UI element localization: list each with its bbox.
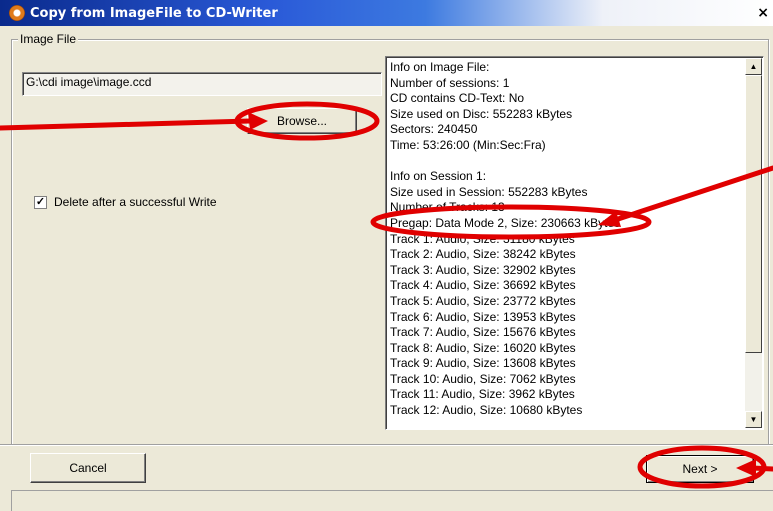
info-line: Track 4: Audio, Size: 36692 kBytes	[390, 278, 576, 293]
next-button[interactable]: Next >	[646, 455, 754, 483]
info-line: Info on Session 1:	[390, 169, 487, 184]
info-line: Track 2: Audio, Size: 38242 kBytes	[390, 247, 576, 262]
delete-after-write-label: Delete after a successful Write	[54, 195, 217, 209]
image-info-box[interactable]: Info on Image File: Number of sessions: 1…	[385, 56, 764, 430]
info-line: Number of Tracks: 13	[390, 200, 505, 215]
app-icon	[9, 5, 25, 21]
image-path-field[interactable]: G:\cdi image\image.ccd	[22, 72, 382, 96]
status-bar	[11, 490, 773, 511]
info-line: Track 6: Audio, Size: 13953 kBytes	[390, 309, 576, 324]
info-line: Info on Image File:	[390, 60, 490, 74]
delete-after-write-checkbox[interactable]: ✓	[34, 196, 47, 209]
image-info-text: Info on Image File: Number of sessions: 1…	[390, 60, 620, 419]
info-line: Size used in Session: 552283 kBytes	[390, 184, 588, 199]
info-line: Track 8: Audio, Size: 16020 kBytes	[390, 340, 576, 355]
info-line: Time: 53:26:00 (Min:Sec:Fra)	[390, 137, 546, 152]
scroll-down-icon[interactable]: ▼	[745, 411, 762, 428]
info-blank-line	[390, 154, 620, 170]
window-title: Copy from ImageFile to CD-Writer	[30, 5, 278, 21]
scroll-up-icon[interactable]: ▲	[745, 58, 762, 75]
info-line: Track 9: Audio, Size: 13608 kBytes	[390, 356, 576, 371]
footer-separator	[0, 444, 773, 446]
info-line: Sectors: 240450	[390, 122, 478, 137]
info-line: Track 7: Audio, Size: 15676 kBytes	[390, 325, 576, 340]
info-line: Track 3: Audio, Size: 32902 kBytes	[390, 262, 576, 277]
cancel-button[interactable]: Cancel	[30, 453, 146, 483]
info-line: Size used on Disc: 552283 kBytes	[390, 106, 573, 121]
info-line: CD contains CD-Text: No	[390, 91, 525, 106]
info-scrollbar[interactable]: ▲ ▼	[745, 58, 762, 428]
group-label: Image File	[18, 32, 79, 46]
info-line: Track 5: Audio, Size: 23772 kBytes	[390, 293, 576, 308]
info-line: Number of sessions: 1	[390, 75, 510, 90]
close-icon[interactable]: ×	[757, 5, 769, 21]
info-line: Track 1: Audio, Size: 31180 kBytes	[390, 231, 575, 246]
scroll-thumb[interactable]	[745, 75, 762, 353]
next-arrow-line	[749, 465, 773, 472]
browse-button[interactable]: Browse...	[247, 108, 357, 134]
info-line: Track 12: Audio, Size: 10680 kBytes	[390, 403, 583, 418]
info-line: Track 11: Audio, Size: 3962 kBytes	[390, 387, 575, 402]
title-bar: Copy from ImageFile to CD-Writer ×	[0, 0, 773, 26]
info-line: Track 10: Audio, Size: 7062 kBytes	[390, 371, 576, 386]
info-line: Pregap: Data Mode 2, Size: 230663 kBytes	[390, 215, 621, 230]
